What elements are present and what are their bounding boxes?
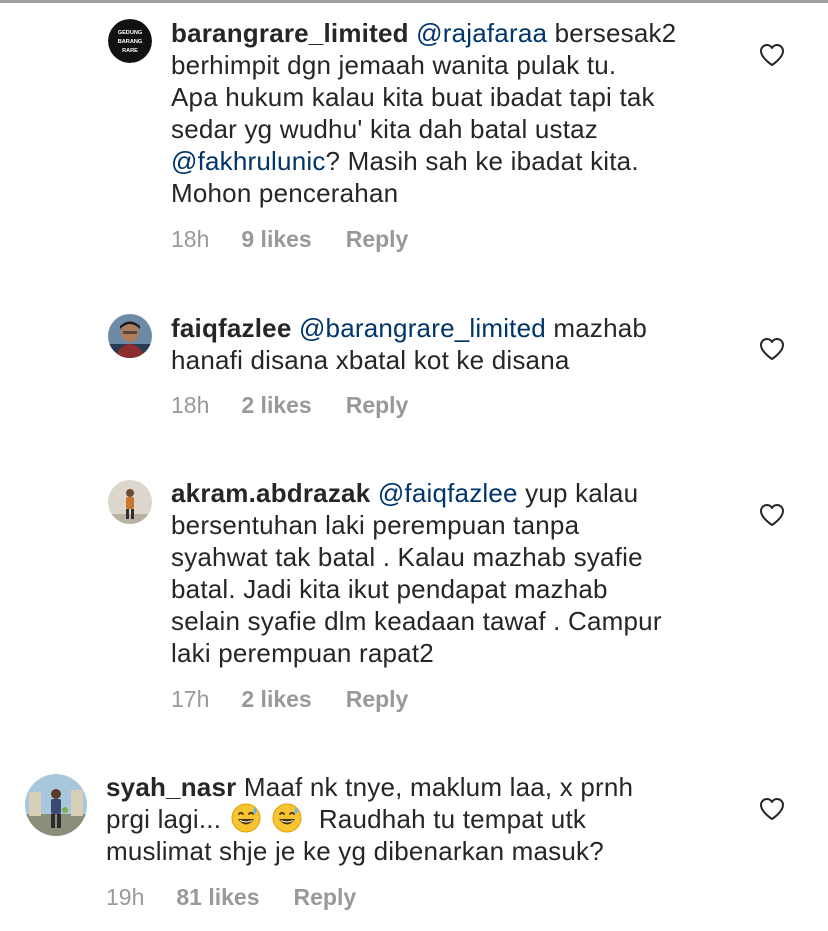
comment-line: laki perempuan rapat2	[171, 638, 434, 668]
mention-link[interactable]: @fakhrulunic	[171, 146, 326, 176]
reply-button[interactable]: Reply	[346, 686, 409, 713]
comment-line: Mohon pencerahan	[171, 178, 399, 208]
reply-button[interactable]: Reply	[346, 226, 409, 253]
comment-line: syah_nasr Maaf nk tnye, maklum laa, x pr…	[106, 771, 746, 803]
mention-link[interactable]: @barangrare_limited	[299, 313, 546, 343]
mention-link[interactable]: @rajafaraa	[416, 18, 547, 48]
comment-time: 18h	[171, 226, 210, 252]
sweat-smile-emoji	[231, 803, 261, 833]
comment-line: prgi lagi... Raudhah tu tempat utk	[106, 803, 746, 835]
comment-meta: 19h 81 likes Reply	[106, 884, 356, 911]
comment-username[interactable]: faiqfazlee	[171, 313, 292, 343]
sweat-smile-emoji	[272, 803, 302, 833]
comment-time: 19h	[106, 884, 145, 910]
likes-count[interactable]: 2 likes	[241, 392, 311, 419]
comment-line: faiqfazlee @barangrare_limited mazhab	[171, 312, 731, 344]
avatar-text-1: GEDUNG	[118, 30, 143, 36]
avatar[interactable]	[25, 774, 87, 836]
heart-outline-icon[interactable]	[759, 337, 785, 361]
heart-outline-icon[interactable]	[759, 503, 785, 527]
likes-count[interactable]: 9 likes	[241, 226, 311, 253]
comment-meta: 18h 9 likes Reply	[171, 226, 408, 253]
comment-line: sedar yg wudhu' kita dah batal ustaz	[171, 114, 598, 144]
comment-text-segment: ? Masih sah ke ibadat kita.	[325, 146, 639, 176]
comment-meta: 17h 2 likes Reply	[171, 686, 408, 713]
heart-outline-icon[interactable]	[759, 797, 785, 821]
comment-line: syahwat tak batal . Kalau mazhab syafie	[171, 542, 643, 572]
reply-button[interactable]: Reply	[346, 392, 409, 419]
comment-text-segment: Maaf nk tnye, maklum laa, x prnh	[236, 772, 634, 802]
comment-line: batal. Jadi kita ikut pendapat mazhab	[171, 574, 608, 604]
comment-text-segment: prgi lagi...	[106, 804, 229, 834]
comments-page: GEDUNG BARANG RARE barangrare_limited @r…	[0, 0, 828, 931]
comment-text-segment: Raudhah tu tempat utk	[303, 804, 587, 834]
comment-username[interactable]: syah_nasr	[106, 772, 236, 802]
avatar-text-2: BARANG	[118, 39, 143, 45]
comment-line: bersentuhan laki perempuan tanpa	[171, 510, 580, 540]
comment-text-segment: mazhab	[545, 313, 648, 343]
avatar[interactable]: GEDUNG BARANG RARE	[108, 19, 152, 63]
comment-text: barangrare_limited @rajafaraa bersesak2 …	[171, 17, 731, 209]
comment-time: 17h	[171, 686, 210, 712]
comment-meta: 18h 2 likes Reply	[171, 392, 408, 419]
comment-line: selain syafie dlm keadaan tawaf . Campur	[171, 606, 662, 636]
top-divider	[0, 0, 828, 3]
avatar-text-3: RARE	[122, 48, 138, 54]
comment-text: akram.abdrazak @faiqfazlee yup kalau ber…	[171, 477, 731, 669]
comment-line: akram.abdrazak @faiqfazlee yup kalau	[171, 477, 731, 509]
comment-line: @fakhrulunic? Masih sah ke ibadat kita.	[171, 145, 731, 177]
heart-outline-icon[interactable]	[759, 43, 785, 67]
comment-time: 18h	[171, 392, 210, 418]
comment-username[interactable]: akram.abdrazak	[171, 478, 370, 508]
comment-text-segment: yup kalau	[517, 478, 639, 508]
comment-line: hanafi disana xbatal kot ke disana	[171, 345, 570, 375]
comment-line: muslimat shje je ke yg dibenarkan masuk?	[106, 836, 604, 866]
comment-username[interactable]: barangrare_limited	[171, 18, 409, 48]
avatar[interactable]	[108, 480, 152, 524]
comment-text-segment: bersesak2	[547, 18, 677, 48]
comment-text: faiqfazlee @barangrare_limited mazhab ha…	[171, 312, 731, 376]
avatar[interactable]	[108, 314, 152, 358]
likes-count[interactable]: 2 likes	[241, 686, 311, 713]
likes-count[interactable]: 81 likes	[176, 884, 259, 911]
comment-line: Apa hukum kalau kita buat ibadat tapi ta…	[171, 82, 655, 112]
comment-text: syah_nasr Maaf nk tnye, maklum laa, x pr…	[106, 771, 746, 867]
comment-line: berhimpit dgn jemaah wanita pulak tu.	[171, 50, 617, 80]
mention-link[interactable]: @faiqfazlee	[378, 478, 518, 508]
comment-text-segment	[263, 804, 270, 834]
reply-button[interactable]: Reply	[294, 884, 357, 911]
comment-line: barangrare_limited @rajafaraa bersesak2	[171, 17, 731, 49]
